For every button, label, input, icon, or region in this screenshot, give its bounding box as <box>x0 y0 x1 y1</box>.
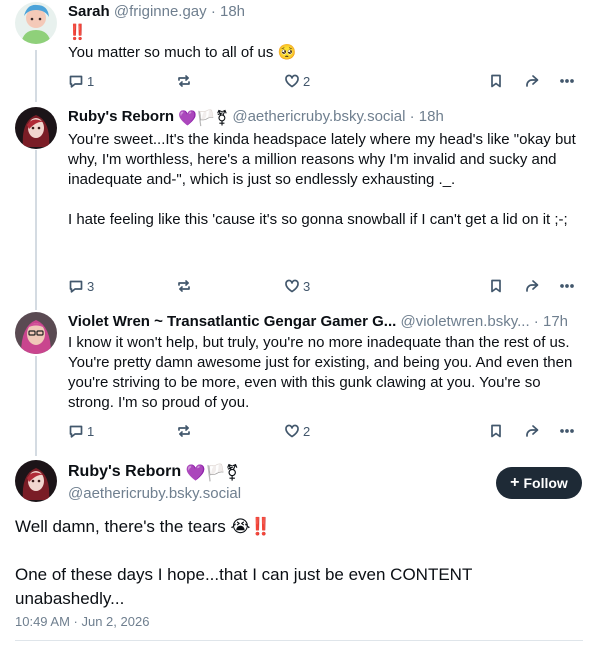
reply-icon <box>69 425 83 438</box>
bookmark-icon <box>491 424 501 438</box>
like-count: 2 <box>303 73 311 89</box>
follow-button[interactable]: + Follow <box>496 467 582 499</box>
like-button[interactable]: 2 <box>284 71 310 91</box>
share-button[interactable] <box>524 276 540 296</box>
more-options-button[interactable] <box>559 421 575 441</box>
repost-button[interactable] <box>176 71 192 91</box>
heart-icon <box>285 424 299 438</box>
separator: · <box>529 313 543 330</box>
profile-badges: 💜🏳️⚧ <box>178 110 229 127</box>
like-count: 3 <box>303 278 311 294</box>
share-icon <box>526 75 539 87</box>
author-name[interactable]: Ruby's Reborn <box>68 108 174 125</box>
repost-button[interactable] <box>176 421 192 441</box>
reply-icon <box>69 280 83 293</box>
more-options-button[interactable] <box>559 71 575 91</box>
ellipsis-icon <box>560 79 574 83</box>
separator: · <box>405 108 419 125</box>
profile-badges: 💜🏳️⚧ <box>185 465 239 482</box>
avatar[interactable] <box>15 460 57 502</box>
share-button[interactable] <box>524 421 540 441</box>
ellipsis-icon <box>560 429 574 433</box>
reply-icon <box>69 75 83 88</box>
avatar[interactable] <box>15 107 57 149</box>
bookmark-icon <box>491 279 501 293</box>
follow-label: Follow <box>523 475 568 491</box>
plus-icon: + <box>510 474 520 491</box>
reply-count: 3 <box>87 278 95 294</box>
post-text: You're sweet...It's the kinda headspace … <box>68 131 576 228</box>
ellipsis-icon <box>560 284 574 288</box>
post-violet-wren[interactable]: Violet Wren ~ Transatlantic Gengar Gamer… <box>0 300 596 450</box>
post-text: I know it won't help, but truly, you're … <box>68 334 577 411</box>
post-header: Ruby's Reborn 💜🏳️⚧ @aethericruby.bsky.so… <box>68 107 584 129</box>
repost-button[interactable] <box>176 276 192 296</box>
post-time[interactable]: 17h <box>543 313 568 330</box>
share-icon <box>526 280 539 292</box>
repost-icon <box>178 280 190 292</box>
author-name[interactable]: Sarah <box>68 3 110 20</box>
post-text-line: ‼️ <box>68 24 87 41</box>
post-ruby[interactable]: Ruby's Reborn 💜🏳️⚧ @aethericruby.bsky.so… <box>0 100 596 300</box>
bookmark-icon <box>491 74 501 88</box>
bookmark-button[interactable] <box>488 276 504 296</box>
bookmark-button[interactable] <box>488 71 504 91</box>
bookmark-button[interactable] <box>488 421 504 441</box>
avatar[interactable] <box>15 312 57 354</box>
heart-icon <box>285 74 299 88</box>
reply-count: 1 <box>87 423 95 439</box>
post-header: Sarah @friginne.gay · 18h <box>68 2 584 22</box>
author-handle[interactable]: @friginne.gay <box>114 3 207 20</box>
reply-count: 1 <box>87 73 95 89</box>
reply-button[interactable]: 1 <box>68 421 94 441</box>
author-name[interactable]: Ruby's Reborn <box>68 463 181 480</box>
post-time[interactable]: 18h <box>220 3 245 20</box>
repost-icon <box>178 425 190 437</box>
divider <box>15 640 583 641</box>
avatar[interactable] <box>15 2 57 44</box>
share-icon <box>526 425 539 437</box>
author-name[interactable]: Violet Wren ~ Transatlantic Gengar Gamer… <box>68 313 396 330</box>
heart-icon <box>285 279 299 293</box>
like-count: 2 <box>303 423 311 439</box>
like-button[interactable]: 3 <box>284 276 310 296</box>
post-text: Well damn, there's the tears 😭‼️ One of … <box>15 517 473 608</box>
share-button[interactable] <box>524 71 540 91</box>
repost-icon <box>178 75 190 87</box>
author-handle[interactable]: @violetwren.bsky... <box>400 313 529 330</box>
post-timestamp[interactable]: 10:49 AM · Jun 2, 2026 <box>15 613 149 631</box>
reply-button[interactable]: 1 <box>68 71 94 91</box>
separator: · <box>206 3 220 20</box>
post-text: You matter so much to all of us 🥺 <box>68 44 297 61</box>
post-sarah[interactable]: Sarah @friginne.gay · 18h ‼️ You matter … <box>0 0 596 100</box>
author-handle[interactable]: @aethericruby.bsky.social <box>232 108 405 125</box>
post-header: Violet Wren ~ Transatlantic Gengar Gamer… <box>68 312 584 332</box>
author-handle[interactable]: @aethericruby.bsky.social <box>68 485 241 502</box>
more-options-button[interactable] <box>559 276 575 296</box>
reply-button[interactable]: 3 <box>68 276 94 296</box>
post-time[interactable]: 18h <box>419 108 444 125</box>
like-button[interactable]: 2 <box>284 421 310 441</box>
